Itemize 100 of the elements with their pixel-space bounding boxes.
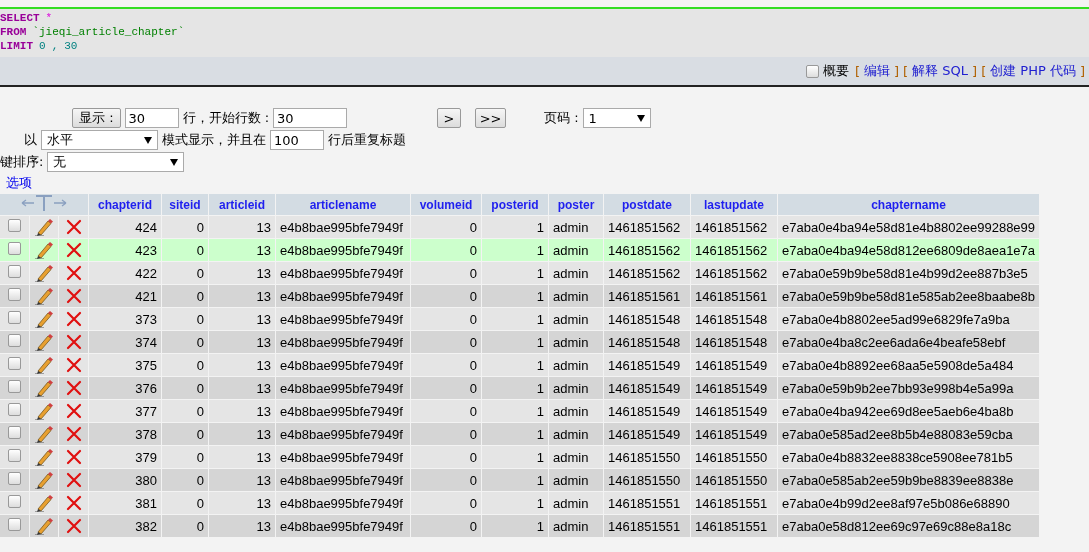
last-page-button[interactable]: >> [475, 108, 507, 128]
table-cell: 13 [209, 446, 275, 468]
row-checkbox[interactable] [7, 288, 21, 301]
delete-icon[interactable] [65, 288, 82, 305]
options-link[interactable]: 选项 [6, 174, 32, 192]
bracket-text: ] [1079, 63, 1085, 79]
display-mode-select[interactable]: 水平 [41, 130, 158, 150]
row-checkbox[interactable] [7, 472, 21, 485]
query-link[interactable]: 编辑 [864, 62, 891, 80]
row-checkbox[interactable] [7, 518, 21, 531]
table-cell: e7aba0e4b8802ee5ad99e6829fe7a9ba [778, 308, 1040, 330]
delete-icon[interactable] [65, 449, 82, 466]
pencil-icon[interactable] [34, 379, 54, 397]
table-cell: 13 [209, 377, 275, 399]
pencil-icon[interactable] [34, 287, 54, 305]
column-header[interactable]: volumeid [411, 194, 481, 215]
delete-icon[interactable] [65, 334, 82, 351]
pencil-icon[interactable] [34, 356, 54, 374]
table-cell: admin [549, 423, 603, 445]
row-checkbox[interactable] [7, 334, 21, 347]
profile-label: 概要 [822, 62, 849, 80]
row-checkbox[interactable] [7, 403, 21, 416]
column-header[interactable]: chapterid [89, 194, 161, 215]
table-cell: 0 [411, 515, 481, 537]
column-header[interactable]: siteid [162, 194, 208, 215]
delete-icon[interactable] [65, 265, 82, 282]
table-cell: 1 [482, 515, 548, 537]
row-checkbox[interactable] [7, 357, 21, 370]
profile-checkbox[interactable] [805, 64, 819, 78]
pencil-icon[interactable] [34, 333, 54, 351]
table-cell: admin [549, 331, 603, 353]
row-checkbox[interactable] [7, 242, 21, 255]
page-select[interactable]: 1 [582, 108, 651, 128]
table-cell: e7aba0e585ad2ee8b5b4e88083e59cba [778, 423, 1040, 445]
delete-icon[interactable] [65, 403, 82, 420]
delete-icon[interactable] [65, 380, 82, 397]
pencil-icon[interactable] [34, 517, 54, 535]
table-cell: 0 [411, 492, 481, 514]
delete-icon[interactable] [65, 219, 82, 236]
row-checkbox[interactable] [7, 219, 21, 232]
pencil-icon[interactable] [34, 310, 54, 328]
table-cell: 0 [411, 239, 481, 261]
pencil-icon[interactable] [34, 448, 54, 466]
row-checkbox[interactable] [7, 449, 21, 462]
delete-icon[interactable] [65, 518, 82, 535]
table-cell: e4b8bae995bfe7949f [276, 400, 410, 422]
next-page-button[interactable]: > [437, 108, 462, 128]
delete-icon[interactable] [65, 472, 82, 489]
repeat-header-field[interactable]: 100 [270, 130, 324, 150]
delete-icon[interactable] [65, 426, 82, 443]
mode-prefix-label: 以 [24, 131, 37, 149]
row-checkbox[interactable] [7, 426, 21, 439]
table-cell: 1 [482, 331, 548, 353]
table-cell: 0 [162, 492, 208, 514]
pencil-icon[interactable] [34, 425, 54, 443]
table-cell: e4b8bae995bfe7949f [276, 331, 410, 353]
row-checkbox[interactable] [7, 311, 21, 324]
table-cell: 1 [482, 469, 548, 491]
show-button[interactable]: 显示 : [72, 108, 121, 128]
query-link[interactable]: 解释 SQL [912, 62, 969, 80]
pencil-icon[interactable] [34, 471, 54, 489]
table-cell: 13 [209, 515, 275, 537]
sql-token: * [45, 11, 53, 25]
delete-icon[interactable] [65, 357, 82, 374]
table-cell: 13 [209, 331, 275, 353]
table-cell: 0 [162, 446, 208, 468]
pencil-icon[interactable] [34, 494, 54, 512]
table-cell: 0 [411, 423, 481, 445]
pencil-icon[interactable] [34, 218, 54, 236]
table-cell: admin [549, 377, 603, 399]
table-cell: e7aba0e59b9b2ee7bb93e998b4e5a99a [778, 377, 1040, 399]
start-row-field[interactable]: 30 [273, 108, 348, 128]
column-header[interactable]: postdate [604, 194, 690, 215]
table-cell: 1461851561 [691, 285, 777, 307]
table-cell: e7aba0e59b9be58d81e4b99d2ee887b3e5 [778, 262, 1040, 284]
table-cell: 1461851562 [691, 239, 777, 261]
pencil-icon[interactable] [34, 241, 54, 259]
delete-icon[interactable] [65, 242, 82, 259]
query-link[interactable]: 创建 PHP 代码 [990, 62, 1076, 80]
table-cell: 1 [482, 354, 548, 376]
pencil-icon[interactable] [34, 264, 54, 282]
column-header[interactable]: posterid [482, 194, 548, 215]
delete-icon[interactable] [65, 311, 82, 328]
rows-field[interactable]: 30 [124, 108, 179, 128]
table-cell: e4b8bae995bfe7949f [276, 515, 410, 537]
delete-icon[interactable] [65, 495, 82, 512]
row-checkbox[interactable] [7, 495, 21, 508]
pencil-icon[interactable] [34, 402, 54, 420]
sort-select[interactable]: 无 [47, 152, 185, 172]
row-checkbox[interactable] [7, 380, 21, 393]
column-header[interactable]: articleid [209, 194, 275, 215]
table-cell: admin [549, 216, 603, 238]
sql-token: , [51, 39, 59, 53]
table-cell: 1461851561 [604, 285, 690, 307]
column-header[interactable]: chaptername [778, 194, 1040, 215]
column-header[interactable]: lastupdate [691, 194, 777, 215]
row-checkbox[interactable] [7, 265, 21, 278]
column-header[interactable]: articlename [276, 194, 410, 215]
caret-icon [170, 158, 179, 166]
column-header[interactable]: poster [549, 194, 603, 215]
